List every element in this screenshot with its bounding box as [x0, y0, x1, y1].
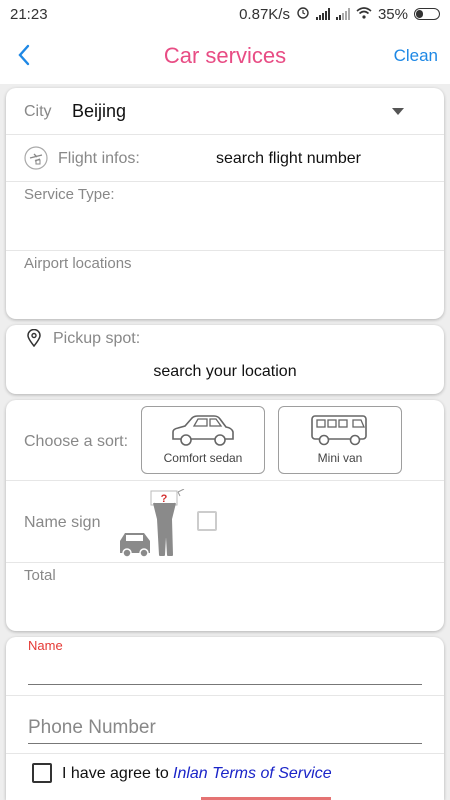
service-type-label: Service Type: — [24, 186, 115, 203]
van-icon — [311, 415, 367, 446]
chevron-down-icon — [392, 108, 404, 115]
total-label: Total — [24, 567, 56, 584]
city-value: Beijing — [72, 101, 127, 121]
agree-checkbox[interactable] — [32, 763, 52, 783]
nav-bar: Car services Clean — [0, 28, 450, 84]
battery-percent: 35% — [377, 5, 408, 23]
name-sign-checkbox[interactable] — [197, 511, 217, 531]
page-title: Car services — [163, 43, 287, 68]
flight-info-row[interactable]: Flight infos: search flight number — [6, 135, 444, 182]
network-speed: 0.87K/s — [239, 5, 290, 23]
status-time: 21:23 — [10, 5, 48, 23]
airport-locations-label: Airport locations — [24, 255, 132, 272]
service-type-row[interactable]: Service Type: — [6, 182, 444, 251]
choose-sort-row: Choose a sort: Comfort sedan Mini van — [6, 400, 444, 481]
name-sign-icon: ? — [118, 488, 188, 564]
city-label: City — [24, 103, 52, 120]
pickup-card[interactable]: Pickup spot: search your location — [6, 325, 444, 394]
divider — [6, 753, 444, 754]
terms-of-service-link[interactable]: Inlan Terms of Service — [173, 765, 332, 783]
phone-number-field[interactable]: Phone Number — [28, 717, 156, 739]
comfort-sedan-label: Comfort sedan — [163, 451, 243, 465]
mini-van-label: Mini van — [317, 451, 363, 465]
name-sign-label: Name sign — [24, 514, 101, 531]
flight-label: Flight infos: — [58, 150, 140, 167]
name-field[interactable] — [28, 655, 422, 685]
total-row: Total — [6, 563, 444, 631]
name-field-underline — [28, 684, 422, 685]
airport-locations-row[interactable]: Airport locations — [6, 251, 444, 319]
choose-sort-label: Choose a sort: — [24, 433, 129, 450]
name-sign-row: Name sign ? — [6, 481, 444, 563]
name-field-label: Name — [28, 638, 63, 653]
pickup-label: Pickup spot: — [53, 330, 141, 347]
sedan-icon — [172, 415, 234, 446]
wifi-icon — [356, 6, 372, 23]
comfort-sedan-button[interactable]: Comfort sedan — [141, 406, 265, 474]
flight-search-input[interactable]: search flight number — [216, 150, 361, 168]
pickup-search-input[interactable]: search your location — [6, 363, 444, 381]
divider — [6, 695, 444, 696]
back-button[interactable] — [14, 42, 36, 68]
chevron-left-icon — [18, 44, 30, 66]
agree-text: I have agree to — [62, 765, 169, 782]
mini-van-button[interactable]: Mini van — [278, 406, 402, 474]
trip-info-card: City Beijing Flight infos: search flight… — [6, 88, 444, 319]
flight-icon — [24, 146, 48, 175]
clean-button[interactable]: Clean — [394, 46, 438, 66]
status-bar: 21:23 0.87K/s 35% — [0, 0, 450, 28]
options-card: Choose a sort: Comfort sedan Mini van Na… — [6, 400, 444, 631]
city-selector[interactable]: City Beijing — [6, 88, 444, 135]
signal-icon-2 — [335, 8, 350, 20]
phone-field-underline — [28, 743, 422, 744]
contact-card: Name Phone Number I have agree to Inlan … — [6, 637, 444, 800]
location-pin-icon — [26, 328, 42, 352]
alarm-icon — [296, 5, 310, 23]
battery-icon — [414, 8, 440, 20]
signal-icon — [315, 8, 330, 20]
